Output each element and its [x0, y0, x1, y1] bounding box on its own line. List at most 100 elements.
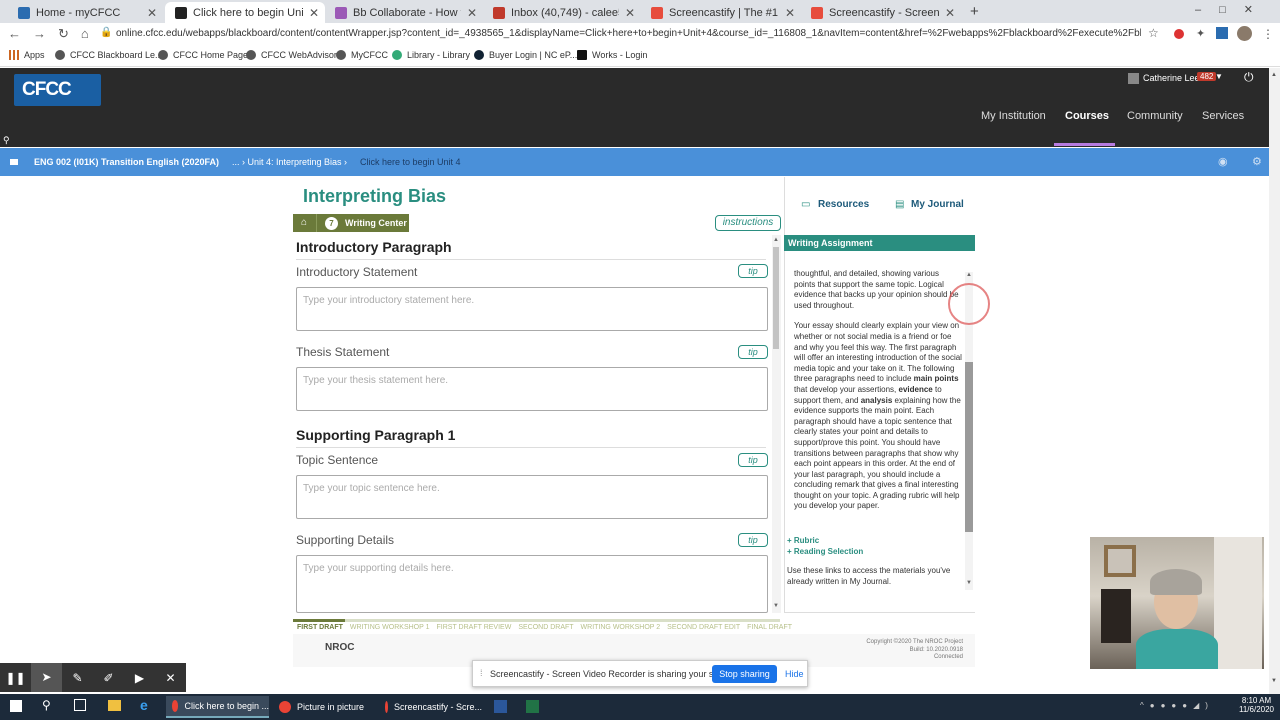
scroll-down-icon[interactable]: ▼ [1271, 678, 1277, 684]
menu-toggle-icon[interactable] [10, 159, 18, 165]
link-icon[interactable]: ⚲ [3, 135, 10, 146]
url-input[interactable]: online.cfcc.edu/webapps/blackboard/conte… [116, 28, 1141, 39]
writing-center-label[interactable]: Writing Center [345, 218, 407, 228]
window-controls[interactable]: –□✕ [1195, 3, 1271, 16]
windows-start-icon[interactable] [10, 700, 22, 712]
eraser-icon[interactable]: ✐ [93, 671, 124, 685]
close-icon[interactable]: ✕ [785, 6, 795, 20]
bookmark-nc-ep[interactable]: Buyer Login | NC eP... [474, 50, 577, 60]
scroll-down-icon[interactable]: ▼ [773, 603, 779, 609]
clock[interactable]: 8:10 AM 11/6/2020 [1239, 696, 1274, 714]
supporting-details-input[interactable]: Type your supporting details here. [296, 555, 768, 613]
instructions-button[interactable]: instructions [715, 215, 781, 231]
eye-icon[interactable]: ◉ [1218, 155, 1228, 168]
bookmark-webadvisor[interactable]: CFCC WebAdvisor [246, 50, 337, 60]
word-icon[interactable] [494, 700, 507, 713]
tip-button[interactable]: tip [738, 264, 768, 278]
new-tab-button[interactable]: + [970, 3, 979, 20]
step-first-draft[interactable]: FIRST DRAFT [297, 624, 343, 631]
excel-icon[interactable] [526, 700, 539, 713]
tab-home-mycfcc[interactable]: Home - myCFCC ✕ [8, 2, 163, 23]
close-icon[interactable]: ✕ [945, 6, 955, 20]
form-scrollbar[interactable]: ▲ ▼ [772, 235, 781, 613]
step-writing-workshop-1[interactable]: WRITING WORKSHOP 1 [350, 624, 430, 631]
menu-icon[interactable]: ⋮ [1262, 27, 1274, 41]
extensions-icon[interactable]: ✦ [1196, 27, 1205, 40]
webcam-preview[interactable] [1090, 537, 1264, 669]
taskbar-pip[interactable]: Picture in picture [273, 696, 373, 718]
step-final-draft[interactable]: FINAL DRAFT [747, 624, 792, 631]
step-first-draft-review[interactable]: FIRST DRAFT REVIEW [437, 624, 512, 631]
tab-unit4[interactable]: Click here to begin Unit 4 – Black✕ [165, 2, 325, 23]
bookmark-library[interactable]: Library - Library [392, 50, 470, 60]
notification-badge[interactable]: 482 [1197, 72, 1217, 81]
camera-icon[interactable]: ▶ [124, 671, 155, 685]
bookmark-works[interactable]: Works - Login [577, 50, 647, 60]
tip-button[interactable]: tip [738, 533, 768, 547]
tab-collaborate[interactable]: Bb Collaborate - How to Record✕ [325, 2, 483, 23]
intro-statement-input[interactable]: Type your introductory statement here. [296, 287, 768, 331]
my-journal-button[interactable]: My Journal [911, 199, 964, 210]
breadcrumb-unit[interactable]: ... › Unit 4: Interpreting Bias › [232, 157, 347, 167]
close-icon[interactable]: ✕ [625, 6, 635, 20]
pen-icon[interactable]: ✎ [62, 671, 93, 685]
chevron-down-icon[interactable]: ▼ [1215, 72, 1223, 81]
profile-avatar[interactable] [1237, 26, 1252, 41]
scroll-up-icon[interactable]: ▲ [966, 272, 972, 278]
user-name[interactable]: Catherine Lee [1143, 73, 1200, 83]
close-icon[interactable]: ✕ [309, 6, 319, 20]
thesis-statement-input[interactable]: Type your thesis statement here. [296, 367, 768, 411]
pause-icon[interactable]: ❚❚ [0, 671, 31, 685]
settings-icon[interactable]: ⚙ [1252, 155, 1262, 168]
home-icon[interactable]: ⌂ [301, 217, 307, 228]
nav-buttons[interactable]: ←→↻⌂ [8, 26, 101, 42]
bookmark-apps[interactable]: Apps [9, 50, 45, 60]
gmail-favicon-icon [493, 6, 505, 19]
close-icon[interactable]: ✕ [147, 6, 157, 20]
course-name[interactable]: ENG 002 (I01K) Transition English (2020F… [34, 157, 219, 167]
star-icon[interactable]: ☆ [1148, 26, 1159, 40]
scroll-thumb[interactable] [965, 362, 973, 532]
tip-button[interactable]: tip [738, 453, 768, 467]
edge-icon[interactable]: e [140, 697, 148, 713]
tip-button[interactable]: tip [738, 345, 768, 359]
bookmark-cfcc-home[interactable]: CFCC Home Page [158, 50, 248, 60]
tab-inbox[interactable]: Inbox (40,749) - calee51@mail.cf✕ [483, 2, 641, 23]
close-icon[interactable]: ✕ [467, 6, 477, 20]
page-scrollbar[interactable]: ▲ ▼ [1269, 68, 1280, 694]
task-view-icon[interactable] [74, 699, 86, 711]
scroll-up-icon[interactable]: ▲ [773, 237, 779, 243]
stop-sharing-button[interactable]: Stop sharing [712, 665, 777, 683]
cfcc-logo[interactable]: CFCC [14, 74, 101, 106]
nav-courses[interactable]: Courses [1065, 110, 1109, 122]
step-second-draft[interactable]: SECOND DRAFT [518, 624, 573, 631]
bookmark-blackboard[interactable]: CFCC Blackboard Le... [55, 50, 163, 60]
step-writing-workshop-2[interactable]: WRITING WORKSHOP 2 [581, 624, 661, 631]
tab-screencastify[interactable]: Screencastify | The #1 Screen Rec✕ [641, 2, 801, 23]
step-second-draft-edit[interactable]: SECOND DRAFT EDIT [667, 624, 740, 631]
extension-icon[interactable] [1216, 27, 1228, 39]
rubric-link[interactable]: + Rubric [787, 536, 819, 545]
nav-community[interactable]: Community [1127, 110, 1183, 122]
resources-button[interactable]: Resources [818, 199, 869, 210]
hide-button[interactable]: Hide [785, 669, 804, 679]
scroll-down-icon[interactable]: ▼ [966, 580, 972, 586]
system-tray-icons[interactable]: ^●●●●◢) [1140, 701, 1214, 710]
reading-selection-link[interactable]: + Reading Selection [787, 547, 863, 556]
scroll-up-icon[interactable]: ▲ [1271, 72, 1277, 78]
bookmark-mycfcc[interactable]: MyCFCC [336, 50, 388, 60]
tab-screencastify-2[interactable]: Screencastify - Screen Video Rec✕ [801, 2, 961, 23]
cursor-icon[interactable]: ➤ [31, 663, 62, 692]
file-explorer-icon[interactable] [108, 700, 121, 711]
taskbar-screencastify[interactable]: Screencastify - Scre... [379, 696, 482, 718]
logout-icon[interactable]: ⏻ [1244, 70, 1254, 85]
taskbar-chrome-unit4[interactable]: Click here to begin ... [166, 696, 269, 718]
nav-services[interactable]: Services [1202, 110, 1244, 122]
scroll-thumb[interactable] [773, 247, 779, 349]
nav-my-institution[interactable]: My Institution [981, 110, 1046, 122]
topic-sentence-input[interactable]: Type your topic sentence here. [296, 475, 768, 519]
search-icon[interactable]: ⚲ [42, 698, 51, 712]
drag-handle-icon[interactable]: ⁞ [480, 668, 483, 678]
screencastify-ext-icon[interactable] [1174, 29, 1184, 39]
close-icon[interactable]: ✕ [155, 671, 186, 685]
